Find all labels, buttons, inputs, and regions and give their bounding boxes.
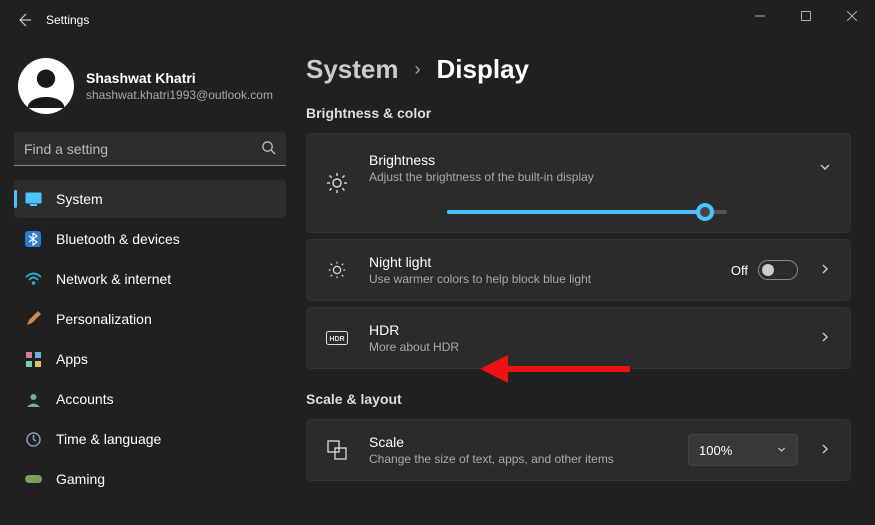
nav-item-accounts[interactable]: Accounts	[14, 380, 286, 418]
bluetooth-icon	[24, 230, 42, 248]
chevron-right-icon[interactable]	[818, 442, 832, 459]
chevron-right-icon: ›	[415, 59, 421, 80]
close-button[interactable]	[829, 0, 875, 32]
nav-label: System	[56, 191, 103, 207]
card-hdr[interactable]: HDR HDR More about HDR	[306, 307, 851, 369]
nightlight-title: Night light	[369, 254, 711, 270]
hdr-desc: More about HDR	[369, 340, 798, 354]
scale-desc: Change the size of text, apps, and other…	[369, 452, 668, 466]
chevron-down-icon	[776, 443, 787, 458]
nightlight-toggle[interactable]	[758, 260, 798, 280]
search-input[interactable]	[14, 132, 286, 166]
nav-item-system[interactable]: System	[14, 180, 286, 218]
profile-name: Shashwat Khatri	[86, 70, 273, 86]
breadcrumb-parent[interactable]: System	[306, 54, 399, 85]
accounts-icon	[24, 390, 42, 408]
nightlight-state-label: Off	[731, 263, 748, 278]
nav-item-apps[interactable]: Apps	[14, 340, 286, 378]
scale-value: 100%	[699, 443, 732, 458]
breadcrumb-current: Display	[437, 54, 530, 85]
chevron-right-icon[interactable]	[818, 330, 832, 347]
paintbrush-icon	[24, 310, 42, 328]
slider-thumb[interactable]	[696, 203, 714, 221]
card-brightness[interactable]: Brightness Adjust the brightness of the …	[306, 133, 851, 233]
chevron-right-icon[interactable]	[818, 262, 832, 279]
gaming-icon	[24, 470, 42, 488]
hdr-title: HDR	[369, 322, 798, 338]
scale-icon	[325, 440, 349, 460]
wifi-icon	[24, 270, 42, 288]
section-brightness-color: Brightness & color	[306, 105, 851, 121]
brightness-desc: Adjust the brightness of the built-in di…	[369, 170, 818, 184]
minimize-button[interactable]	[737, 0, 783, 32]
nav-item-personalization[interactable]: Personalization	[14, 300, 286, 338]
sidebar: Shashwat Khatri shashwat.khatri1993@outl…	[0, 40, 300, 525]
scale-title: Scale	[369, 434, 668, 450]
apps-icon	[24, 350, 42, 368]
nav-item-time[interactable]: Time & language	[14, 420, 286, 458]
avatar	[18, 58, 74, 114]
nav-list: System Bluetooth & devices Network & int…	[14, 180, 286, 498]
back-button[interactable]	[8, 4, 40, 36]
nightlight-desc: Use warmer colors to help block blue lig…	[369, 272, 711, 286]
nav-label: Apps	[56, 351, 88, 367]
nav-item-network[interactable]: Network & internet	[14, 260, 286, 298]
sun-icon	[325, 260, 349, 280]
brightness-title: Brightness	[369, 152, 818, 168]
hdr-icon: HDR	[325, 331, 349, 345]
profile-block[interactable]: Shashwat Khatri shashwat.khatri1993@outl…	[18, 58, 286, 114]
search-box[interactable]	[14, 132, 286, 166]
chevron-down-icon[interactable]	[818, 160, 832, 177]
sun-icon	[325, 172, 349, 194]
scale-select[interactable]: 100%	[688, 434, 798, 466]
profile-email: shashwat.khatri1993@outlook.com	[86, 88, 273, 102]
window-title: Settings	[46, 13, 89, 27]
nav-item-gaming[interactable]: Gaming	[14, 460, 286, 498]
card-scale[interactable]: Scale Change the size of text, apps, and…	[306, 419, 851, 481]
section-scale-layout: Scale & layout	[306, 391, 851, 407]
nav-label: Accounts	[56, 391, 114, 407]
nav-label: Time & language	[56, 431, 161, 447]
nav-label: Bluetooth & devices	[56, 231, 180, 247]
system-icon	[24, 190, 42, 208]
slider-fill	[447, 210, 705, 214]
brightness-slider[interactable]	[447, 210, 727, 214]
main-content: System › Display Brightness & color Brig…	[300, 40, 875, 525]
breadcrumb: System › Display	[306, 54, 851, 85]
nav-label: Gaming	[56, 471, 105, 487]
maximize-button[interactable]	[783, 0, 829, 32]
nav-label: Personalization	[56, 311, 152, 327]
nav-item-bluetooth[interactable]: Bluetooth & devices	[14, 220, 286, 258]
clock-icon	[24, 430, 42, 448]
search-icon	[261, 140, 276, 160]
nav-label: Network & internet	[56, 271, 171, 287]
svg-text:HDR: HDR	[329, 336, 344, 343]
card-night-light[interactable]: Night light Use warmer colors to help bl…	[306, 239, 851, 301]
